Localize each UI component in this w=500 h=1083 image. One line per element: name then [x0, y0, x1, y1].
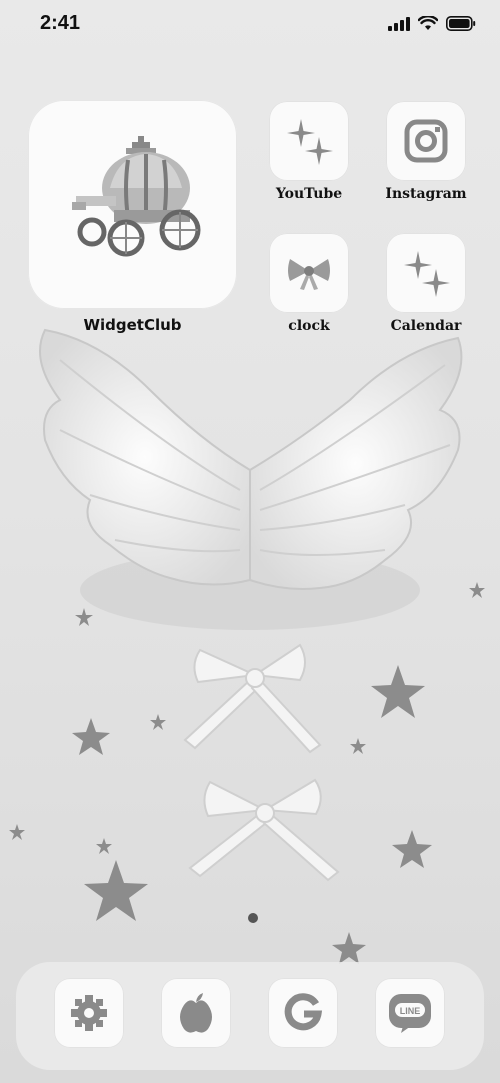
gear-icon — [71, 995, 107, 1031]
app-youtube[interactable] — [269, 101, 349, 181]
ribbon-bow-1 — [183, 643, 322, 754]
left-wing — [39, 328, 251, 586]
sparkles-icon — [404, 251, 450, 297]
status-time: 2:41 — [40, 12, 81, 34]
star-7 — [150, 714, 166, 730]
battery-icon — [446, 16, 476, 31]
star-8 — [350, 738, 366, 754]
instagram-icon — [404, 119, 448, 163]
wallpaper-art — [9, 328, 485, 964]
ribbon-bow-icon — [288, 259, 330, 290]
star-1 — [371, 665, 425, 718]
apple-icon — [180, 993, 212, 1033]
star-6 — [75, 608, 93, 626]
line-icon-text: LINE — [400, 1006, 421, 1016]
wifi-icon — [418, 16, 438, 30]
app-instagram[interactable] — [386, 101, 466, 181]
status-bar: 2:41 — [0, 0, 500, 52]
dock-app-google[interactable] — [268, 978, 338, 1048]
line-icon: LINE — [389, 994, 431, 1033]
pumpkin-carriage-image — [72, 136, 201, 257]
google-g-icon — [284, 993, 323, 1031]
dock-app-apple[interactable] — [161, 978, 231, 1048]
dot-decoration — [248, 913, 258, 923]
star-4 — [72, 718, 110, 755]
star-3 — [392, 830, 432, 868]
ribbon-bow-2 — [188, 778, 340, 882]
dock-app-settings[interactable] — [54, 978, 124, 1048]
right-wing — [249, 336, 463, 590]
widgetclub-widget[interactable] — [28, 100, 237, 309]
cellular-signal-icon — [388, 16, 410, 31]
status-icons — [388, 16, 476, 31]
sparkles-icon — [287, 119, 333, 165]
dock-app-line[interactable]: LINE — [375, 978, 445, 1048]
app-calendar[interactable] — [386, 233, 466, 313]
star-11 — [469, 582, 485, 598]
app-label-instagram: Instagram — [385, 186, 467, 202]
star-2 — [84, 860, 148, 921]
app-label-youtube: YouTube — [275, 186, 343, 202]
star-10 — [9, 824, 25, 840]
star-9 — [96, 838, 112, 854]
star-5 — [332, 932, 366, 964]
app-clock[interactable] — [269, 233, 349, 313]
